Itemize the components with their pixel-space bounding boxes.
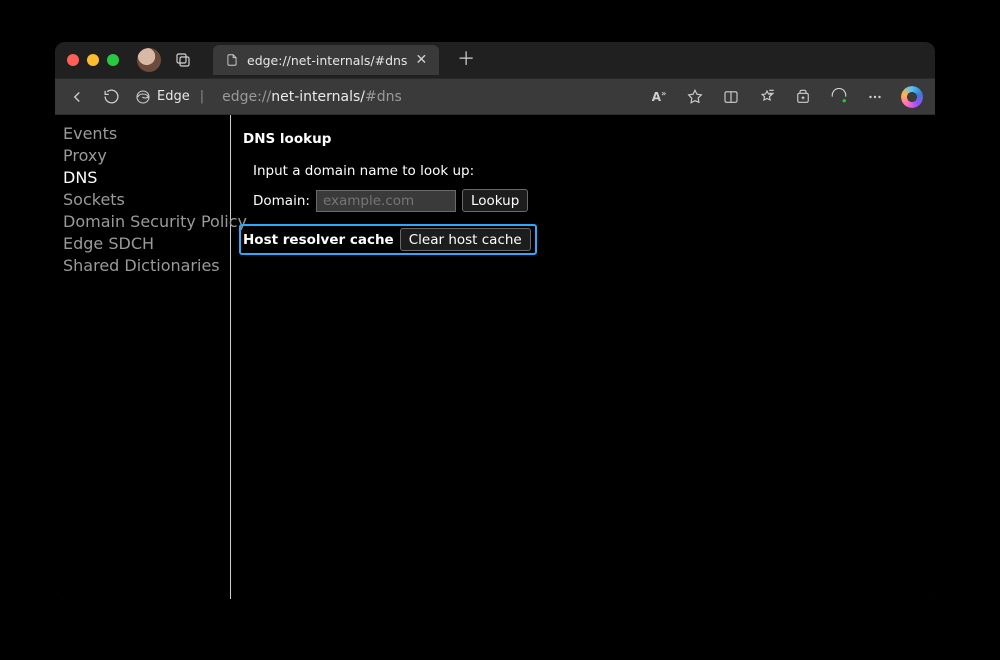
tab-close-button[interactable]: ✕: [415, 53, 427, 67]
minimize-window-button[interactable]: [87, 54, 99, 66]
dns-instruction-text: Input a domain name to look up:: [253, 163, 474, 179]
sidebar-item-dns[interactable]: DNS: [61, 167, 224, 189]
url-hash: #dns: [365, 89, 402, 105]
split-screen-button[interactable]: [721, 87, 741, 107]
tab-title: edge://net-internals/#dns: [247, 53, 407, 68]
host-resolver-cache-heading: Host resolver cache: [243, 232, 394, 248]
reload-button[interactable]: [101, 87, 121, 107]
page-icon: [225, 53, 239, 67]
domain-label: Domain:: [253, 193, 310, 209]
lookup-button[interactable]: Lookup: [462, 189, 528, 212]
page-content: Events Proxy DNS Sockets Domain Security…: [55, 114, 935, 599]
url-scheme: edge://: [222, 89, 271, 105]
browser-tab[interactable]: edge://net-internals/#dns ✕: [213, 45, 439, 75]
sidebar: Events Proxy DNS Sockets Domain Security…: [55, 115, 231, 599]
maximize-window-button[interactable]: [107, 54, 119, 66]
url-host: net-internals/: [271, 89, 365, 105]
sidebar-item-events[interactable]: Events: [61, 123, 224, 145]
site-identity-label: Edge: [157, 89, 190, 104]
address-bar: Edge | edge://net-internals/#dns A»: [55, 78, 935, 114]
clear-host-cache-button[interactable]: Clear host cache: [400, 228, 531, 251]
back-button[interactable]: [67, 87, 87, 107]
sidebar-item-sockets[interactable]: Sockets: [61, 189, 224, 211]
host-resolver-cache-section: Host resolver cache Clear host cache: [239, 224, 537, 255]
sidebar-item-shared-dictionaries[interactable]: Shared Dictionaries: [61, 255, 224, 277]
profile-avatar[interactable]: [137, 48, 161, 72]
workspaces-icon[interactable]: [173, 50, 193, 70]
performance-button[interactable]: [829, 87, 849, 107]
new-tab-button[interactable]: ＋: [457, 51, 475, 69]
edge-icon: [135, 89, 151, 105]
browser-window: edge://net-internals/#dns ✕ ＋ Edge | edg…: [55, 42, 935, 599]
dns-lookup-form: Domain: Lookup: [253, 189, 925, 212]
sidebar-item-edge-sdch[interactable]: Edge SDCH: [61, 233, 224, 255]
read-aloud-button[interactable]: A»: [649, 87, 669, 107]
domain-input[interactable]: [316, 190, 456, 212]
main-panel: DNS lookup Input a domain name to look u…: [231, 115, 935, 599]
dns-lookup-heading: DNS lookup: [243, 131, 925, 147]
favorite-button[interactable]: [685, 87, 705, 107]
address-field[interactable]: edge://net-internals/#dns: [222, 89, 635, 105]
traffic-lights: [67, 54, 119, 66]
separator: |: [200, 89, 204, 104]
titlebar: edge://net-internals/#dns ✕ ＋: [55, 42, 935, 78]
collections-button[interactable]: [793, 87, 813, 107]
close-window-button[interactable]: [67, 54, 79, 66]
sidebar-item-domain-security-policy[interactable]: Domain Security Policy: [61, 211, 224, 233]
favorites-bar-button[interactable]: [757, 87, 777, 107]
copilot-button[interactable]: [901, 86, 923, 108]
sidebar-item-proxy[interactable]: Proxy: [61, 145, 224, 167]
site-identity[interactable]: Edge |: [135, 89, 208, 105]
more-menu-button[interactable]: [865, 87, 885, 107]
